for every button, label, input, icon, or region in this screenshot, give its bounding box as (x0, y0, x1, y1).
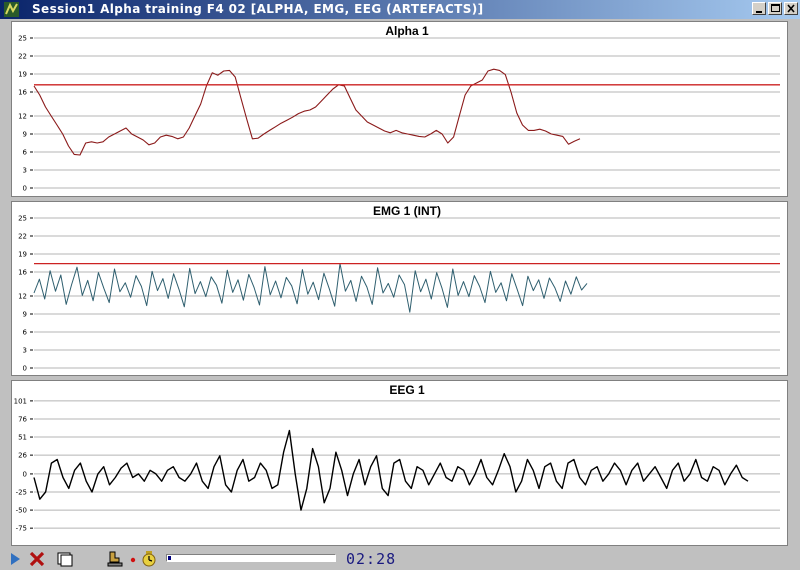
window-title: Session1 Alpha training F4 02 [ALPHA, EM… (32, 2, 484, 16)
eeg-tick-label: -50 (16, 507, 27, 515)
alpha-tick-label: 0 (23, 185, 27, 193)
emg-chart-title: EMG 1 (INT) (373, 204, 441, 218)
emg-signal-trace (33, 263, 588, 313)
alpha-tick-label: 25 (18, 35, 27, 43)
eeg-chart-title: EEG 1 (389, 383, 425, 397)
emg-chart: EMG 1 (INT) 0 3 6 9 12 16 19 22 25 (18, 204, 780, 373)
maximize-icon (771, 4, 780, 12)
emg-tick-label: 16 (18, 269, 27, 277)
eeg-tick-label: 26 (18, 452, 27, 460)
stop-icon[interactable] (28, 550, 46, 568)
alpha-tick-label: 16 (18, 89, 27, 97)
alpha-tick-label: 22 (18, 53, 27, 61)
alpha-signal-trace (33, 68, 581, 156)
alpha-chart-panel: Alpha 1 0 3 6 9 12 16 19 22 25 (11, 21, 788, 197)
eeg-tick-label: 76 (18, 415, 27, 423)
alpha-chart: Alpha 1 0 3 6 9 12 16 19 22 25 (18, 24, 780, 193)
eeg-tick-label: 0 (23, 470, 27, 478)
maximize-button[interactable] (768, 2, 782, 15)
minimize-button[interactable] (752, 2, 766, 15)
play-icon[interactable] (6, 550, 24, 568)
emg-tick-label: 9 (23, 311, 27, 319)
session-timer: 02:28 (346, 550, 397, 568)
emg-tick-label: 0 (23, 365, 27, 373)
eeg-tick-label: -25 (16, 489, 27, 497)
eeg-tick-label: -75 (16, 525, 27, 533)
alpha-chart-title: Alpha 1 (385, 24, 429, 38)
alpha-tick-label: 9 (23, 131, 27, 139)
session-progress-bar[interactable] (166, 554, 336, 562)
new-window-icon[interactable] (56, 550, 74, 568)
eeg-tick-label: 101 (14, 397, 27, 405)
biofeedback-app-icon (4, 2, 19, 17)
emg-tick-label: 22 (18, 233, 27, 241)
minimize-icon (756, 11, 762, 13)
emg-tick-label: 3 (23, 347, 27, 355)
alpha-tick-label: 3 (23, 167, 27, 175)
emg-tick-label: 19 (18, 251, 27, 259)
progress-fill (168, 556, 171, 560)
alpha-tick-label: 12 (18, 113, 27, 121)
emg-tick-label: 12 (18, 293, 27, 301)
eeg-chart-panel: EEG 1 -75 -50 -25 0 26 51 76 101 (11, 380, 788, 546)
patient-icon[interactable] (106, 550, 124, 568)
close-button[interactable] (784, 2, 798, 15)
title-bar[interactable]: Session1 Alpha training F4 02 [ALPHA, EM… (0, 0, 800, 19)
emg-chart-panel: EMG 1 (INT) 0 3 6 9 12 16 19 22 25 (11, 201, 788, 376)
eeg-chart: EEG 1 -75 -50 -25 0 26 51 76 101 (14, 383, 780, 533)
eeg-signal-trace (33, 429, 749, 511)
emg-tick-label: 25 (18, 215, 27, 223)
bottom-toolbar (0, 547, 800, 570)
alpha-tick-label: 19 (18, 71, 27, 79)
close-icon (787, 4, 795, 13)
alpha-tick-label: 6 (23, 149, 28, 157)
emg-tick-label: 6 (23, 329, 28, 337)
eeg-tick-label: 51 (18, 434, 27, 442)
timer-icon[interactable] (140, 550, 158, 568)
